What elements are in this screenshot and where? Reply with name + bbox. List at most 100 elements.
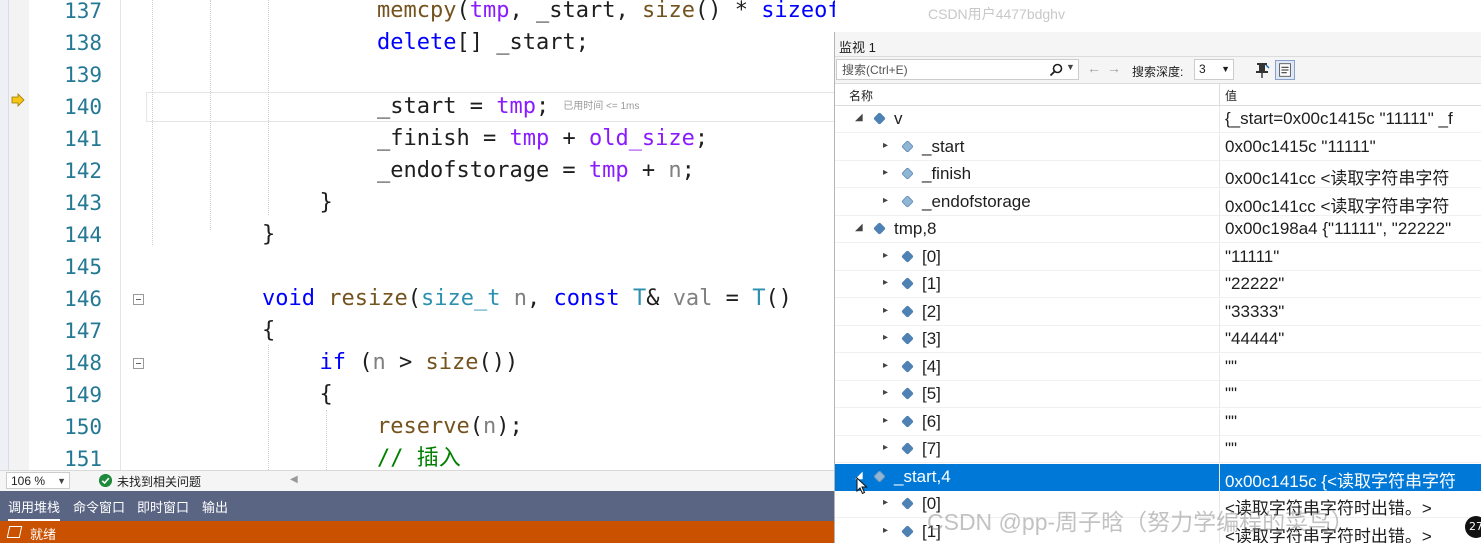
watch-row[interactable]: ▸ [4] "" [835, 353, 1481, 381]
watch-value[interactable]: "33333" [1225, 302, 1284, 322]
zoom-dropdown[interactable]: 106 % ▼ [6, 472, 70, 489]
watch-value[interactable]: 0x00c141cc <读取字符串字符 [1225, 164, 1449, 189]
watch-value[interactable]: 0x00c1415c "11111" [1225, 137, 1376, 157]
watch-name[interactable]: _endofstorage [922, 192, 1031, 212]
chevron-down-icon[interactable]: ▼ [1066, 62, 1075, 72]
column-value-header[interactable]: 值 [1225, 87, 1237, 104]
watch-row[interactable]: ▸ [3] "44444" [835, 326, 1481, 353]
code-line[interactable]: reserve(n); [377, 411, 523, 443]
search-box[interactable]: ▼ [836, 59, 1079, 80]
watch-name[interactable]: [0] [922, 247, 941, 267]
code-line[interactable]: void resize(size_t n, const T& val = T() [262, 283, 792, 315]
hex-format-icon[interactable] [1275, 60, 1295, 80]
watch-value[interactable]: 0x00c141cc <读取字符串字符 [1225, 192, 1449, 217]
watch-row[interactable]: ▸ [1] "22222" [835, 271, 1481, 298]
search-icon[interactable] [1049, 63, 1063, 77]
watch-name[interactable]: _start,4 [894, 467, 951, 487]
watch-row[interactable]: ▸ _start 0x00c1415c "11111" [835, 133, 1481, 161]
code-line[interactable]: _endofstorage = tmp + n; [377, 155, 695, 187]
expand-arrow-icon[interactable]: ▸ [883, 195, 888, 206]
fold-toggle-icon[interactable] [133, 294, 144, 305]
column-resize-handle[interactable] [1219, 84, 1220, 105]
watch-name[interactable]: [1] [922, 274, 941, 294]
watch-window[interactable]: 监视 1 ▼ ← → 搜索深度: 3 ▼ [834, 32, 1481, 543]
scroll-left-icon[interactable]: ◀ [290, 474, 298, 485]
tab-immediate-window[interactable]: 即时窗口 [137, 497, 189, 516]
watch-value[interactable]: "" [1225, 439, 1237, 459]
expand-arrow-icon[interactable]: ▸ [883, 497, 888, 508]
watch-row[interactable]: ◢ v {_start=0x00c1415c "11111" _f [835, 106, 1481, 133]
watch-row[interactable]: ▸ [7] "" [835, 436, 1481, 463]
watch-value[interactable]: 0x00c198a4 {"11111", "22222" [1225, 219, 1451, 239]
watch-row[interactable]: ◢ _start,4 0x00c1415c {<读取字符串字符 [835, 463, 1481, 492]
watch-value[interactable]: {_start=0x00c1415c "11111" _f [1225, 109, 1453, 129]
expand-arrow-icon[interactable]: ▸ [883, 277, 888, 288]
column-name-header[interactable]: 名称 [849, 87, 873, 104]
tab-command-window[interactable]: 命令窗口 [73, 497, 125, 516]
expand-arrow-icon[interactable]: ▸ [883, 442, 888, 453]
watch-value[interactable]: "11111" [1225, 247, 1279, 267]
search-depth-select[interactable]: 3 ▼ [1194, 59, 1234, 80]
code-line[interactable]: { [320, 379, 333, 411]
watch-row[interactable]: ▸ [2] "33333" [835, 298, 1481, 326]
collapse-arrow-icon[interactable]: ◢ [855, 222, 863, 233]
watch-name[interactable]: [6] [922, 412, 941, 432]
issues-status[interactable]: 未找到相关问题 [117, 473, 201, 490]
watch-name[interactable]: _start [922, 137, 965, 157]
code-line[interactable]: memcpy(tmp, _start, size() * sizeof(T)); [377, 0, 835, 27]
collapse-arrow-icon[interactable]: ◢ [855, 112, 863, 123]
watch-row[interactable]: ▸ [5] "" [835, 381, 1481, 408]
expand-arrow-icon[interactable]: ▸ [883, 250, 888, 261]
watch-value[interactable]: 0x00c1415c {<读取字符串字符 [1225, 467, 1456, 492]
code-line[interactable]: { [262, 315, 275, 347]
expand-arrow-icon[interactable]: ▸ [883, 387, 888, 398]
code-line[interactable]: _finish = tmp + old_size; [377, 123, 708, 155]
expand-arrow-icon[interactable]: ▸ [883, 332, 888, 343]
notification-badge[interactable]: 27 [1465, 516, 1481, 538]
expand-arrow-icon[interactable]: ▸ [883, 415, 888, 426]
tab-call-stack[interactable]: 调用堆栈 [8, 497, 61, 521]
watch-row[interactable]: ▸ _finish 0x00c141cc <读取字符串字符 [835, 161, 1481, 188]
code-line[interactable]: } [262, 219, 275, 251]
fold-toggle-icon[interactable] [133, 358, 144, 369]
watch-row[interactable]: ▸ [0] "11111" [835, 243, 1481, 271]
line-number: 141 [64, 127, 102, 151]
watch-value[interactable]: "22222" [1225, 274, 1284, 294]
expand-arrow-icon[interactable]: ▸ [883, 140, 888, 151]
code-line[interactable]: if (n > size()) [320, 347, 519, 379]
tab-output[interactable]: 输出 [202, 497, 228, 516]
back-arrow-icon[interactable]: ← [1087, 60, 1101, 76]
expand-arrow-icon[interactable]: ▸ [883, 167, 888, 178]
watch-value[interactable]: "44444" [1225, 329, 1284, 349]
code-line[interactable]: } [320, 187, 333, 219]
watch-name[interactable]: [3] [922, 329, 941, 349]
code-line[interactable]: // 插入 [377, 443, 461, 470]
watch-name[interactable]: tmp,8 [894, 219, 937, 239]
code-line[interactable]: delete[] _start; [377, 27, 589, 59]
watch-value[interactable]: "" [1225, 384, 1237, 404]
watch-name[interactable]: v [894, 109, 903, 129]
elapsed-time-hint[interactable]: 已用时间 <= 1ms [563, 101, 639, 112]
watch-value[interactable]: "" [1225, 412, 1237, 432]
watch-value[interactable]: "" [1225, 357, 1237, 377]
watch-toolbar: ▼ ← → 搜索深度: 3 ▼ [835, 57, 1481, 84]
forward-arrow-icon[interactable]: → [1107, 60, 1121, 76]
watch-row[interactable]: ◢ tmp,8 0x00c198a4 {"11111", "22222" [835, 216, 1481, 243]
expand-arrow-icon[interactable]: ▸ [883, 305, 888, 316]
search-input[interactable] [839, 60, 1045, 79]
watch-title-bar[interactable]: 监视 1 [835, 32, 1481, 57]
watch-name[interactable]: _finish [922, 164, 971, 184]
watch-name[interactable]: [7] [922, 439, 941, 459]
code-token: size [425, 350, 479, 375]
watch-name[interactable]: [4] [922, 357, 941, 377]
expand-arrow-icon[interactable]: ▸ [883, 525, 888, 536]
expand-arrow-icon[interactable]: ▸ [883, 360, 888, 371]
code-line[interactable]: _start = tmp; 已用时间 <= 1ms [377, 91, 639, 123]
watch-row[interactable]: ▸ [6] "" [835, 408, 1481, 436]
code-editor[interactable]: 137 138 139 140 141 142 143 144 145 146 147 148 149 1… [0, 0, 835, 470]
watch-name[interactable]: [5] [922, 384, 941, 404]
watch-row[interactable]: ▸ _endofstorage 0x00c141cc <读取字符串字符 [835, 188, 1481, 217]
watch-name[interactable]: [2] [922, 302, 941, 322]
pin-icon[interactable] [1253, 61, 1271, 79]
glyph-margin[interactable] [9, 0, 29, 470]
